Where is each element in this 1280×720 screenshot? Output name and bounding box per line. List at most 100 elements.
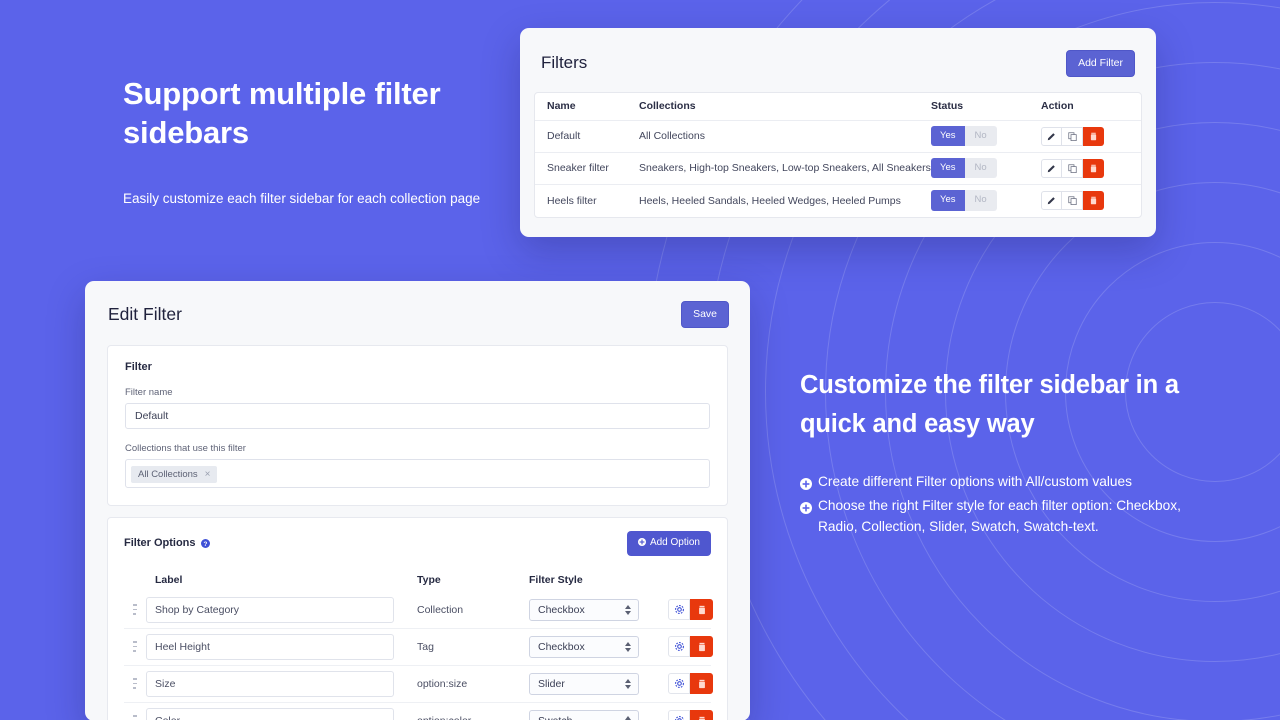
left-promo-subtext: Easily customize each filter sidebar for… bbox=[123, 191, 481, 206]
plus-circle-icon bbox=[637, 537, 646, 549]
chevron-updown-icon bbox=[625, 641, 631, 652]
status-toggle-no[interactable]: No bbox=[964, 157, 997, 179]
collection-chip-label: All Collections bbox=[138, 468, 198, 480]
edit-icon[interactable] bbox=[1041, 158, 1062, 178]
option-label-input[interactable] bbox=[146, 633, 394, 660]
column-header-label: Label bbox=[155, 573, 183, 586]
add-option-label: Add Option bbox=[649, 537, 700, 548]
option-row[interactable]: option:color Swatch bbox=[124, 703, 713, 720]
table-row[interactable]: Heels filter Heels, Heeled Sandals, Heel… bbox=[535, 185, 1141, 217]
option-type: Collection bbox=[417, 603, 464, 616]
duplicate-icon[interactable] bbox=[1062, 126, 1083, 146]
gear-icon[interactable] bbox=[668, 636, 690, 657]
row-actions bbox=[1041, 126, 1141, 146]
drag-handle-icon[interactable] bbox=[124, 677, 146, 691]
delete-icon[interactable] bbox=[690, 636, 713, 657]
filter-collections: All Collections bbox=[639, 130, 705, 142]
delete-icon[interactable] bbox=[1083, 158, 1104, 178]
filter-name: Default bbox=[547, 130, 581, 142]
add-option-button[interactable]: Add Option bbox=[626, 530, 711, 556]
promo-bullet: Create different Filter options with All… bbox=[800, 471, 1220, 492]
option-type: Tag bbox=[417, 640, 434, 653]
filter-options-title: Filter Options ? bbox=[124, 537, 210, 549]
filter-options-section: Filter Options ? Add Option Label Type F… bbox=[107, 516, 728, 720]
chevron-updown-icon bbox=[625, 715, 631, 720]
filter-name-input[interactable] bbox=[125, 402, 710, 429]
delete-icon[interactable] bbox=[1083, 126, 1104, 146]
table-row[interactable]: Default All Collections Yes No bbox=[535, 121, 1141, 153]
drag-handle-icon[interactable] bbox=[124, 714, 146, 720]
filter-style-value: Swatch bbox=[538, 715, 572, 720]
edit-icon[interactable] bbox=[1041, 191, 1062, 210]
filters-card-header: Filters Add Filter bbox=[520, 28, 1156, 77]
chevron-updown-icon bbox=[625, 678, 631, 689]
right-promo-block: Customize the filter sidebar in a quick … bbox=[800, 366, 1220, 540]
filter-collections: Sneakers, High-top Sneakers, Low-top Sne… bbox=[639, 162, 931, 174]
delete-icon[interactable] bbox=[690, 599, 713, 620]
status-toggle[interactable]: Yes No bbox=[931, 157, 1041, 179]
plus-circle-icon bbox=[800, 499, 812, 514]
collections-chip-field[interactable]: All Collections × bbox=[125, 458, 710, 488]
filter-section-title: Filter bbox=[125, 360, 152, 373]
duplicate-icon[interactable] bbox=[1062, 191, 1083, 210]
option-type: option:size bbox=[417, 677, 468, 690]
status-toggle-yes[interactable]: Yes bbox=[931, 190, 965, 211]
status-toggle-yes[interactable]: Yes bbox=[931, 125, 965, 147]
edit-icon[interactable] bbox=[1041, 126, 1062, 146]
filter-style-select[interactable]: Checkbox bbox=[529, 635, 639, 658]
delete-icon[interactable] bbox=[690, 673, 713, 694]
option-row[interactable]: Collection Checkbox bbox=[124, 592, 713, 629]
filter-style-select[interactable]: Slider bbox=[529, 672, 639, 695]
promo-bullet-text: Choose the right Filter style for each f… bbox=[818, 498, 1181, 534]
svg-text:?: ? bbox=[203, 540, 207, 547]
option-row[interactable]: option:size Slider bbox=[124, 666, 713, 703]
delete-icon[interactable] bbox=[690, 710, 713, 720]
table-row[interactable]: Sneaker filter Sneakers, High-top Sneake… bbox=[535, 153, 1141, 185]
help-circle-icon[interactable]: ? bbox=[200, 538, 210, 548]
status-toggle-no[interactable]: No bbox=[964, 125, 997, 147]
delete-icon[interactable] bbox=[1083, 191, 1104, 210]
filter-style-value: Checkbox bbox=[538, 640, 585, 653]
status-toggle[interactable]: Yes No bbox=[931, 190, 1041, 211]
edit-filter-card: Edit Filter Save Filter Filter name Coll… bbox=[85, 281, 750, 720]
filter-name-label: Filter name bbox=[125, 386, 173, 398]
left-promo-block: Support multiple filter sidebars Easily … bbox=[123, 74, 523, 209]
option-row[interactable]: Tag Checkbox bbox=[124, 629, 713, 666]
option-label-input[interactable] bbox=[146, 670, 394, 697]
filter-options-header: Filter Options ? Add Option bbox=[124, 530, 711, 556]
chevron-updown-icon bbox=[625, 604, 631, 615]
filter-collections: Heels, Heeled Sandals, Heeled Wedges, He… bbox=[639, 194, 901, 207]
gear-icon[interactable] bbox=[668, 710, 690, 720]
filters-card: Filters Add Filter Name Collections Stat… bbox=[520, 28, 1156, 237]
filter-style-select[interactable]: Swatch bbox=[529, 709, 639, 720]
duplicate-icon[interactable] bbox=[1062, 158, 1083, 178]
status-toggle[interactable]: Yes No bbox=[931, 125, 1041, 147]
filter-name: Heels filter bbox=[547, 194, 597, 207]
options-header-row: Label Type Filter Style bbox=[124, 568, 711, 592]
collections-label: Collections that use this filter bbox=[125, 442, 246, 454]
status-toggle-yes[interactable]: Yes bbox=[931, 157, 965, 179]
plus-circle-icon bbox=[800, 475, 812, 490]
gear-icon[interactable] bbox=[668, 673, 690, 694]
gear-icon[interactable] bbox=[668, 599, 690, 620]
row-actions bbox=[1041, 158, 1141, 178]
filters-title: Filters bbox=[541, 53, 588, 73]
option-label-input[interactable] bbox=[146, 707, 394, 720]
filter-style-value: Checkbox bbox=[538, 603, 585, 616]
promo-bullet-text: Create different Filter options with All… bbox=[818, 474, 1132, 489]
option-type: option:color bbox=[411, 715, 529, 720]
option-label-input[interactable] bbox=[146, 596, 394, 623]
close-icon[interactable]: × bbox=[205, 469, 211, 480]
drag-handle-icon[interactable] bbox=[124, 640, 146, 654]
column-header-action: Action bbox=[1041, 100, 1074, 112]
right-promo-headline: Customize the filter sidebar in a quick … bbox=[800, 371, 1179, 438]
collection-chip[interactable]: All Collections × bbox=[131, 465, 217, 483]
drag-handle-icon[interactable] bbox=[124, 603, 146, 617]
status-toggle-no[interactable]: No bbox=[964, 190, 997, 211]
filter-style-select[interactable]: Checkbox bbox=[529, 598, 639, 621]
filters-table: Name Collections Status Action Default A… bbox=[534, 91, 1142, 218]
filter-options-title-text: Filter Options bbox=[124, 537, 196, 549]
add-filter-button[interactable]: Add Filter bbox=[1066, 50, 1135, 77]
save-button[interactable]: Save bbox=[681, 301, 729, 328]
right-promo-bullets: Create different Filter options with All… bbox=[800, 471, 1220, 537]
